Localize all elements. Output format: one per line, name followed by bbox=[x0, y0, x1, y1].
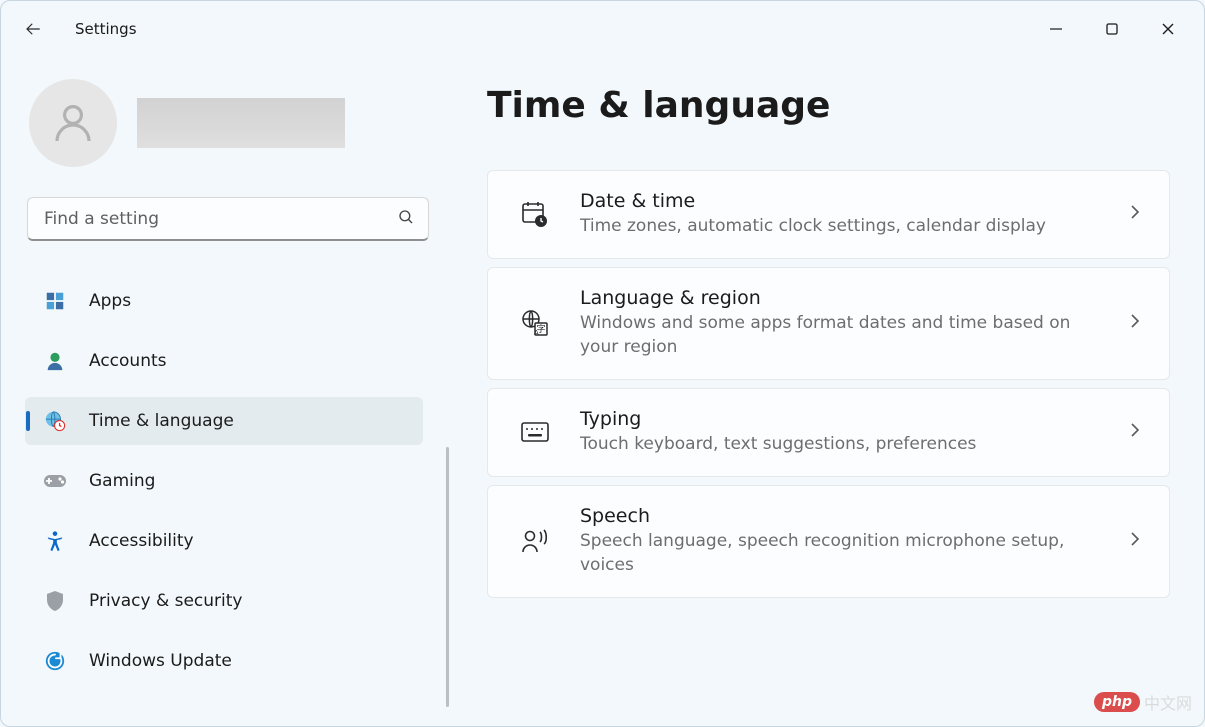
chevron-right-icon bbox=[1127, 422, 1143, 442]
chevron-right-icon bbox=[1127, 313, 1143, 333]
search-container bbox=[27, 197, 429, 241]
date-time-icon bbox=[520, 199, 550, 229]
sidebar-item-time-language[interactable]: Time & language bbox=[25, 397, 423, 445]
watermark: php 中文网 bbox=[1094, 690, 1192, 714]
sidebar-item-gaming[interactable]: Gaming bbox=[25, 457, 423, 505]
app-title: Settings bbox=[75, 20, 137, 38]
card-typing[interactable]: Typing Touch keyboard, text suggestions,… bbox=[487, 388, 1170, 477]
watermark-text: 中文网 bbox=[1144, 690, 1192, 714]
back-button[interactable] bbox=[13, 9, 53, 49]
card-title: Typing bbox=[580, 408, 1097, 430]
sidebar-item-label: Gaming bbox=[89, 471, 155, 491]
sidebar-item-label: Time & language bbox=[89, 411, 234, 431]
maximize-button[interactable] bbox=[1084, 9, 1140, 49]
sidebar-item-label: Windows Update bbox=[89, 651, 232, 671]
card-desc: Windows and some apps format dates and t… bbox=[580, 311, 1097, 360]
language-region-icon: 字A bbox=[520, 308, 550, 338]
speech-icon bbox=[520, 526, 550, 556]
sidebar-item-label: Accessibility bbox=[89, 531, 194, 551]
profile-section bbox=[29, 79, 429, 167]
apps-icon bbox=[43, 289, 67, 313]
accessibility-icon bbox=[43, 529, 67, 553]
sidebar-item-label: Accounts bbox=[89, 351, 167, 371]
privacy-icon bbox=[43, 589, 67, 613]
search-icon[interactable] bbox=[397, 208, 415, 230]
card-title: Speech bbox=[580, 505, 1097, 527]
typing-icon bbox=[520, 417, 550, 447]
card-date-time[interactable]: Date & time Time zones, automatic clock … bbox=[487, 170, 1170, 259]
window-controls bbox=[1028, 9, 1196, 49]
sidebar-item-label: Apps bbox=[89, 291, 131, 311]
svg-text:A: A bbox=[534, 329, 539, 337]
card-text: Language & region Windows and some apps … bbox=[580, 287, 1097, 360]
card-desc: Touch keyboard, text suggestions, prefer… bbox=[580, 432, 1097, 457]
gaming-icon bbox=[43, 469, 67, 493]
main-content: Time & language Date & time Time zones, … bbox=[449, 57, 1204, 726]
sidebar-item-privacy-security[interactable]: Privacy & security bbox=[25, 577, 423, 625]
sidebar: Apps Accounts Time & language Gaming bbox=[1, 57, 449, 726]
chevron-right-icon bbox=[1127, 204, 1143, 224]
watermark-badge: php bbox=[1094, 692, 1140, 712]
nav: Apps Accounts Time & language Gaming bbox=[25, 277, 429, 685]
card-text: Typing Touch keyboard, text suggestions,… bbox=[580, 408, 1097, 457]
card-desc: Speech language, speech recognition micr… bbox=[580, 529, 1097, 578]
card-speech[interactable]: Speech Speech language, speech recogniti… bbox=[487, 485, 1170, 598]
titlebar: Settings bbox=[1, 1, 1204, 57]
card-text: Speech Speech language, speech recogniti… bbox=[580, 505, 1097, 578]
card-title: Language & region bbox=[580, 287, 1097, 309]
time-language-icon bbox=[43, 409, 67, 433]
card-title: Date & time bbox=[580, 190, 1097, 212]
card-language-region[interactable]: 字A Language & region Windows and some ap… bbox=[487, 267, 1170, 380]
minimize-button[interactable] bbox=[1028, 9, 1084, 49]
page-title: Time & language bbox=[487, 85, 1170, 126]
sidebar-item-accessibility[interactable]: Accessibility bbox=[25, 517, 423, 565]
sidebar-item-apps[interactable]: Apps bbox=[25, 277, 423, 325]
user-name-redacted bbox=[137, 98, 345, 148]
avatar[interactable] bbox=[29, 79, 117, 167]
card-desc: Time zones, automatic clock settings, ca… bbox=[580, 214, 1097, 239]
update-icon bbox=[43, 649, 67, 673]
accounts-icon bbox=[43, 349, 67, 373]
close-button[interactable] bbox=[1140, 9, 1196, 49]
sidebar-item-label: Privacy & security bbox=[89, 591, 243, 611]
search-input[interactable] bbox=[27, 197, 429, 241]
sidebar-item-accounts[interactable]: Accounts bbox=[25, 337, 423, 385]
chevron-right-icon bbox=[1127, 531, 1143, 551]
card-text: Date & time Time zones, automatic clock … bbox=[580, 190, 1097, 239]
sidebar-item-windows-update[interactable]: Windows Update bbox=[25, 637, 423, 685]
